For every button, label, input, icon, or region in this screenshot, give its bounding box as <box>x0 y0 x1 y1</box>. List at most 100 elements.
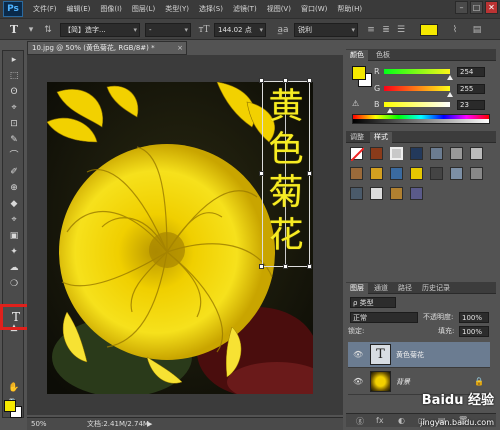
transform-handle[interactable] <box>307 171 312 176</box>
close-tab-icon[interactable]: × <box>177 42 183 54</box>
r-slider[interactable] <box>384 69 450 74</box>
quick-select-tool-icon[interactable]: ⌖ <box>6 101 22 116</box>
hand-tool-icon[interactable]: ✋ <box>6 381 22 396</box>
menu-edit[interactable]: 编辑(E) <box>67 4 91 14</box>
b-slider-thumb[interactable] <box>386 108 393 113</box>
tab-history[interactable]: 历史记录 <box>418 283 454 294</box>
foreground-color-swatch[interactable] <box>4 400 16 412</box>
fill-input[interactable]: 100% <box>459 326 489 337</box>
opacity-input[interactable]: 100% <box>459 312 489 323</box>
style-swatch-selected[interactable] <box>390 147 403 160</box>
menu-file[interactable]: 文件(F) <box>33 4 57 14</box>
menu-filter[interactable]: 滤镜(T) <box>233 4 257 14</box>
font-style-select[interactable]: - <box>145 23 191 37</box>
menu-help[interactable]: 帮助(H) <box>337 4 362 14</box>
history-brush-tool-icon[interactable]: ◆ <box>6 197 22 212</box>
minimize-button[interactable]: – <box>455 1 468 14</box>
panel-foreground-swatch[interactable] <box>352 66 366 80</box>
brush-tool-icon[interactable]: ✐ <box>6 165 22 180</box>
style-swatch[interactable] <box>350 167 363 180</box>
r-slider-thumb[interactable] <box>446 75 453 80</box>
horizontal-type-tool-icon[interactable]: T <box>3 306 29 328</box>
tab-swatches[interactable]: 色板 <box>372 50 394 61</box>
align-center-icon[interactable]: ≣ <box>380 23 392 37</box>
style-swatch[interactable] <box>350 147 365 162</box>
layer-row-text[interactable]: 👁 T 黄色菊花 <box>348 342 490 368</box>
transform-handle[interactable] <box>283 78 288 83</box>
r-value[interactable]: 254 <box>457 67 485 77</box>
menu-layer[interactable]: 图层(L) <box>132 4 155 14</box>
tool-preset-chevron-icon[interactable]: ▾ <box>26 23 36 37</box>
style-swatch[interactable] <box>390 187 403 200</box>
transform-handle[interactable] <box>259 264 264 269</box>
style-swatch[interactable] <box>370 187 383 200</box>
antialias-select[interactable]: 锐利 <box>294 23 358 37</box>
document-tab[interactable]: 10.jpg @ 50% (黄色菊花, RGB/8#) * × <box>27 41 187 55</box>
font-size-select[interactable]: 144.02 点 <box>214 23 266 37</box>
style-swatch[interactable] <box>350 187 363 200</box>
pen-tool-icon[interactable]: ❍ <box>6 277 22 292</box>
menu-image[interactable]: 图像(I) <box>100 4 122 14</box>
tab-layers[interactable]: 图层 <box>346 283 368 294</box>
style-swatch[interactable] <box>370 147 383 160</box>
layer-name[interactable]: 背景 <box>396 377 410 387</box>
g-slider-thumb[interactable] <box>447 92 453 97</box>
b-slider[interactable] <box>384 102 450 107</box>
style-swatch[interactable] <box>390 167 403 180</box>
style-swatch[interactable] <box>410 147 423 160</box>
character-panel-icon[interactable]: ▤ <box>470 23 484 37</box>
visibility-eye-icon[interactable]: 👁 <box>353 377 363 386</box>
style-swatch[interactable] <box>370 167 383 180</box>
close-button[interactable]: ✕ <box>485 1 498 14</box>
tab-adjustments[interactable]: 调整 <box>346 132 368 143</box>
font-family-select[interactable]: 【简】造字... <box>60 23 140 37</box>
blend-mode-select[interactable]: 正常 <box>350 312 418 323</box>
layer-name[interactable]: 黄色菊花 <box>396 350 424 360</box>
g-slider[interactable] <box>384 86 450 91</box>
style-swatch[interactable] <box>450 167 463 180</box>
text-orientation-icon[interactable]: ⇅ <box>42 23 54 37</box>
b-value[interactable]: 23 <box>457 100 485 110</box>
style-swatch[interactable] <box>430 147 443 160</box>
tab-channels[interactable]: 通道 <box>370 283 392 294</box>
status-arrow-icon[interactable]: ▶ <box>147 418 152 430</box>
g-value[interactable]: 255 <box>457 84 485 94</box>
color-spectrum-bar[interactable] <box>352 114 490 124</box>
menu-type[interactable]: 类型(Y) <box>165 4 189 14</box>
menu-view[interactable]: 视图(V) <box>267 4 291 14</box>
layer-style-icon[interactable]: fx <box>376 416 384 425</box>
transform-handle[interactable] <box>283 264 288 269</box>
crop-tool-icon[interactable]: ⊡ <box>6 117 22 132</box>
align-left-icon[interactable]: ≡ <box>365 23 377 37</box>
style-swatch[interactable] <box>450 147 463 160</box>
clone-stamp-tool-icon[interactable]: ⊕ <box>6 181 22 196</box>
marquee-tool-icon[interactable]: ⬚ <box>6 69 22 84</box>
transform-handle[interactable] <box>259 78 264 83</box>
healing-brush-tool-icon[interactable]: ⌒ <box>6 149 22 164</box>
menu-window[interactable]: 窗口(W) <box>301 4 327 14</box>
move-tool-icon[interactable]: ▸ <box>6 53 22 68</box>
adjustment-layer-icon[interactable]: ◐ <box>398 416 405 425</box>
transform-handle[interactable] <box>307 264 312 269</box>
layer-kind-filter[interactable]: ρ 类型 <box>350 297 396 308</box>
maximize-button[interactable]: □ <box>470 1 483 14</box>
lasso-tool-icon[interactable]: ʘ <box>6 85 22 100</box>
tab-color[interactable]: 颜色 <box>346 50 368 61</box>
tab-paths[interactable]: 路径 <box>394 283 416 294</box>
style-swatch[interactable] <box>410 187 423 200</box>
style-swatch[interactable] <box>410 167 423 180</box>
dodge-tool-icon[interactable]: ☁ <box>6 261 22 276</box>
text-color-swatch[interactable] <box>420 24 438 36</box>
warp-text-icon[interactable]: ⌇ <box>448 23 462 37</box>
transform-handle[interactable] <box>259 171 264 176</box>
blur-tool-icon[interactable]: ✦ <box>6 245 22 260</box>
align-right-icon[interactable]: ☰ <box>395 23 407 37</box>
style-swatch[interactable] <box>470 147 483 160</box>
gradient-tool-icon[interactable]: ▣ <box>6 229 22 244</box>
transform-handle[interactable] <box>307 78 312 83</box>
vertical-text-layer[interactable]: 黄 色 菊 花 <box>265 86 307 258</box>
link-layers-icon[interactable]: ⓖ <box>356 416 364 427</box>
tab-styles[interactable]: 样式 <box>370 132 392 143</box>
warning-icon[interactable]: ⚠ <box>352 99 359 108</box>
eraser-tool-icon[interactable]: ⌖ <box>6 213 22 228</box>
